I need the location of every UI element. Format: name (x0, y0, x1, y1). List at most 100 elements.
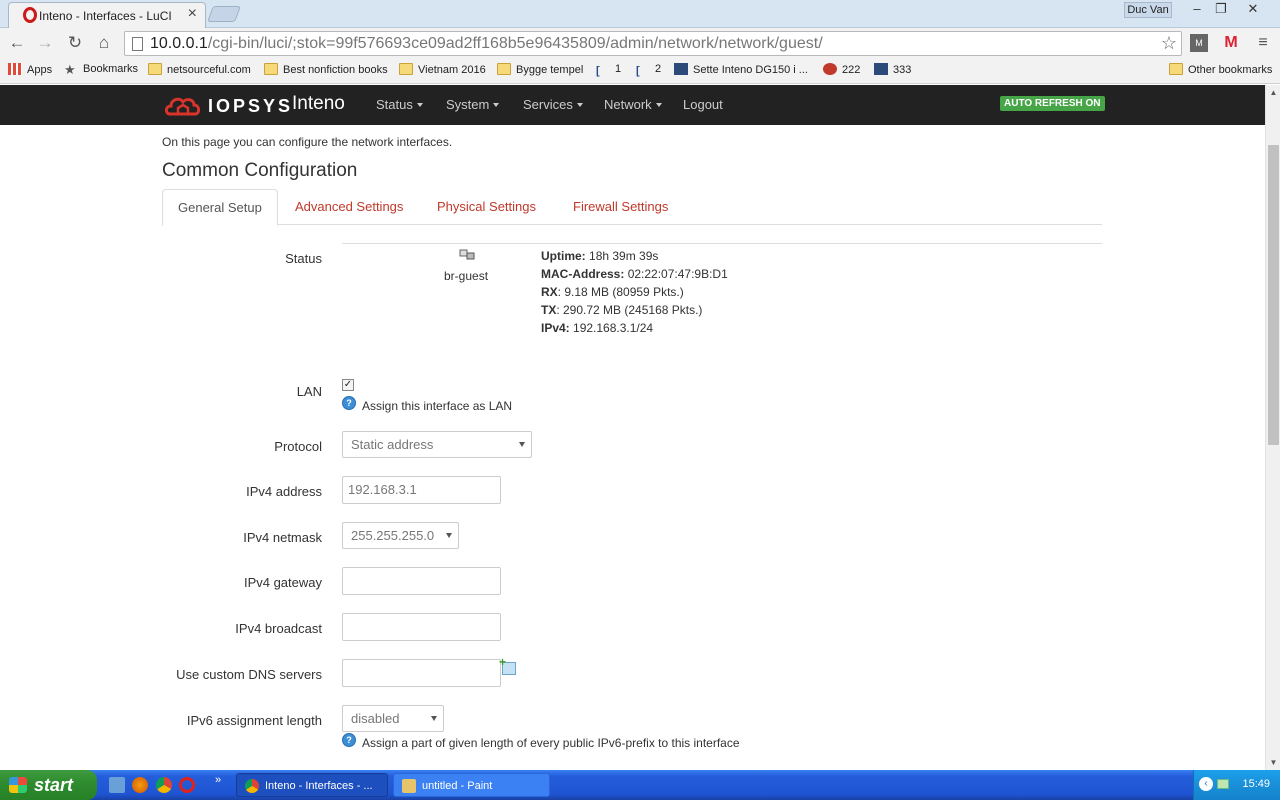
chevron-down-icon (446, 533, 452, 538)
paint-icon (402, 779, 416, 793)
scroll-down-icon[interactable]: ▼ (1266, 755, 1280, 770)
reload-icon[interactable]: ↻ (64, 32, 86, 54)
bracket-icon: [ (636, 65, 640, 77)
ipv4-netmask-label: IPv4 netmask (243, 530, 322, 545)
brand-iopsys: IOPSYS (208, 96, 294, 116)
scroll-up-icon[interactable]: ▲ (1266, 85, 1280, 100)
protocol-select[interactable]: Static address (342, 431, 532, 458)
status-rx: RX: 9.18 MB (80959 Pkts.) (541, 285, 684, 299)
tab-physical-settings[interactable]: Physical Settings (437, 189, 536, 225)
brand-inteno: Inteno (292, 93, 345, 114)
chevron-right-icon[interactable]: » (215, 774, 221, 786)
network-icon[interactable] (1217, 779, 1229, 789)
minimize-button[interactable]: – (1184, 0, 1210, 18)
status-uptime: Uptime: 18h 39m 39s (541, 249, 659, 263)
new-tab-button[interactable] (207, 6, 241, 22)
bookmark-link[interactable]: 333 (874, 63, 911, 76)
caret-down-icon (576, 103, 583, 107)
task-paint[interactable]: untitled - Paint (393, 773, 550, 797)
back-icon[interactable]: ← (6, 32, 28, 54)
chrome-icon[interactable] (156, 777, 172, 793)
ipv4-gateway-input[interactable] (342, 567, 501, 595)
bookmark-link[interactable]: Sette Inteno DG150 i ... (674, 63, 808, 76)
menu-network[interactable]: Network (604, 97, 662, 112)
chrome-icon (245, 779, 259, 793)
ipv4-address-input[interactable]: 192.168.3.1 (342, 476, 501, 504)
folder-icon (264, 63, 278, 75)
start-button[interactable]: start (0, 770, 97, 800)
home-icon[interactable]: ⌂ (93, 32, 115, 54)
folder-icon (1169, 63, 1183, 75)
window-close-button[interactable]: ✕ (1240, 0, 1266, 18)
ethernet-icon (459, 249, 475, 260)
ipv6-assignment-select[interactable]: disabled (342, 705, 444, 732)
gmail-icon[interactable]: M (1222, 34, 1240, 52)
bookmark-link[interactable]: 222 (823, 63, 860, 76)
ipv4-address-label: IPv4 address (246, 484, 322, 499)
page-icon (132, 37, 143, 51)
lan-checkbox[interactable]: ✓ (342, 379, 354, 391)
task-chrome[interactable]: Inteno - Interfaces - ... (236, 773, 388, 797)
ipv4-broadcast-label: IPv4 broadcast (235, 621, 322, 636)
help-icon: ? (342, 396, 356, 410)
status-ipv4: IPv4: 192.168.3.1/24 (541, 321, 654, 335)
dns-label: Use custom DNS servers (176, 667, 322, 682)
desktop-icon[interactable] (109, 777, 125, 793)
clock: 15:49 (1242, 778, 1270, 790)
ipv4-broadcast-input[interactable] (342, 613, 501, 641)
menu-status[interactable]: Status (376, 97, 423, 112)
menu-system[interactable]: System (446, 97, 500, 112)
add-dns-icon[interactable] (499, 655, 516, 675)
page-title: Common Configuration (162, 160, 358, 181)
inteno-icon (674, 63, 688, 75)
caret-down-icon (416, 103, 423, 107)
forward-icon[interactable]: → (34, 32, 56, 54)
help-icon: ? (342, 733, 356, 747)
status-mac: MAC-Address: 02:22:07:47:9B:D1 (541, 267, 728, 281)
bookmark-bookmarks[interactable]: ★ Bookmarks (64, 63, 138, 76)
opera-icon (23, 7, 37, 23)
lan-help-text: Assign this interface as LAN (362, 399, 513, 413)
bookmark-link[interactable]: [1 (596, 63, 621, 77)
page-description: On this page you can configure the netwo… (162, 135, 453, 149)
extension-icon[interactable]: M (1190, 34, 1208, 52)
bracket-icon: [ (596, 65, 600, 77)
bookmark-star-icon[interactable]: ☆ (1161, 33, 1177, 54)
bookmark-folder[interactable]: Vietnam 2016 (399, 63, 486, 76)
ipv4-netmask-select[interactable]: 255.255.255.0 (342, 522, 459, 549)
cloud-logo-icon (164, 97, 201, 116)
chevron-left-icon[interactable]: ‹ (1199, 777, 1213, 791)
apps-icon (8, 63, 22, 75)
ipv6-assignment-help-text: Assign a part of given length of every p… (362, 736, 740, 750)
tab-advanced-settings[interactable]: Advanced Settings (295, 189, 403, 225)
chevron-down-icon (519, 442, 525, 447)
menu-services[interactable]: Services (523, 97, 583, 112)
inteno-icon (874, 63, 888, 75)
scroll-thumb[interactable] (1268, 145, 1279, 445)
opera-icon[interactable] (179, 777, 195, 793)
tab-general-setup[interactable]: General Setup (162, 189, 278, 226)
menu-logout[interactable]: Logout (683, 97, 723, 112)
dns-input[interactable] (342, 659, 501, 687)
ipv4-gateway-label: IPv4 gateway (243, 575, 322, 590)
other-bookmarks[interactable]: Other bookmarks (1169, 63, 1272, 76)
menu-icon[interactable]: ≡ (1254, 34, 1272, 52)
close-icon[interactable]: × (188, 5, 197, 23)
page-scrollbar[interactable]: ▲ ▼ (1265, 85, 1280, 770)
bookmark-folder[interactable]: Best nonfiction books (264, 63, 388, 76)
windows-flag-icon (9, 777, 27, 793)
tab-firewall-settings[interactable]: Firewall Settings (573, 189, 668, 225)
bookmark-folder[interactable]: netsourceful.com (148, 63, 251, 76)
bookmark-apps[interactable]: Apps (8, 63, 52, 76)
firefox-icon[interactable] (132, 777, 148, 793)
restore-button[interactable]: ❐ (1208, 0, 1234, 18)
folder-icon (497, 63, 511, 75)
browser-tab[interactable]: Inteno - Interfaces - LuCI × (8, 2, 206, 28)
bookmark-link[interactable]: [2 (636, 63, 661, 77)
address-bar[interactable]: 10.0.0.1/cgi-bin/luci/;stok=99f576693ce0… (124, 31, 1182, 56)
star-icon: ★ (64, 62, 76, 77)
auto-refresh-badge[interactable]: AUTO REFRESH ON (1000, 96, 1105, 111)
protocol-label: Protocol (274, 439, 322, 454)
profile-button[interactable]: Duc Van (1124, 2, 1172, 18)
bookmark-folder[interactable]: Bygge tempel (497, 63, 583, 76)
